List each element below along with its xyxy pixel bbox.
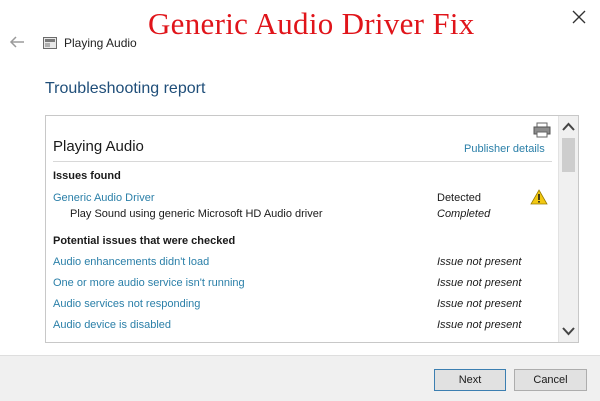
- warning-icon: [530, 189, 548, 205]
- back-arrow-icon: [9, 36, 24, 48]
- checked-item-status: Issue not present: [437, 298, 522, 310]
- issue-generic-audio-driver-link[interactable]: Generic Audio Driver: [53, 192, 155, 204]
- checked-item-link[interactable]: One or more audio service isn't running: [53, 277, 245, 289]
- scroll-up-button[interactable]: [559, 118, 578, 136]
- checked-item-link[interactable]: Audio device is disabled: [53, 319, 171, 331]
- report-panel: Playing Audio Publisher details Issues f…: [45, 115, 579, 343]
- checked-item-status: Issue not present: [437, 319, 522, 331]
- chevron-up-icon: [562, 122, 575, 131]
- checked-item-status: Issue not present: [437, 256, 522, 268]
- scroll-thumb[interactable]: [562, 138, 575, 172]
- cancel-button[interactable]: Cancel: [514, 369, 587, 391]
- window-title: Playing Audio: [64, 36, 137, 50]
- issue-status: Detected: [437, 192, 482, 204]
- chevron-down-icon: [562, 327, 575, 336]
- page-title: Troubleshooting report: [45, 80, 206, 97]
- print-button[interactable]: [533, 122, 551, 138]
- publisher-details-link[interactable]: Publisher details: [464, 143, 545, 155]
- issue-fix-status: Completed: [437, 208, 491, 220]
- close-button[interactable]: [568, 6, 590, 28]
- troubleshooter-app-icon: [43, 36, 57, 49]
- checked-item-link[interactable]: Audio services not responding: [53, 298, 200, 310]
- close-icon: [572, 10, 586, 24]
- troubleshooter-window: Generic Audio Driver Fix Playing Audio T…: [0, 0, 600, 401]
- footer-bar: Next Cancel: [0, 355, 600, 401]
- overlay-title: Generic Audio Driver Fix: [148, 6, 475, 41]
- next-button[interactable]: Next: [434, 369, 506, 391]
- printer-icon: [533, 122, 551, 138]
- header-divider: [53, 161, 552, 162]
- checked-issues-heading: Potential issues that were checked: [53, 235, 236, 247]
- vertical-scrollbar[interactable]: [558, 116, 578, 342]
- issues-found-heading: Issues found: [53, 170, 121, 182]
- back-button[interactable]: [8, 34, 26, 50]
- scroll-down-button[interactable]: [559, 322, 578, 340]
- report-name: Playing Audio: [53, 138, 144, 155]
- checked-item-status: Issue not present: [437, 277, 522, 289]
- issue-fix-description: Play Sound using generic Microsoft HD Au…: [70, 208, 323, 220]
- report-content: Playing Audio Publisher details Issues f…: [46, 116, 558, 342]
- checked-item-link[interactable]: Audio enhancements didn't load: [53, 256, 209, 268]
